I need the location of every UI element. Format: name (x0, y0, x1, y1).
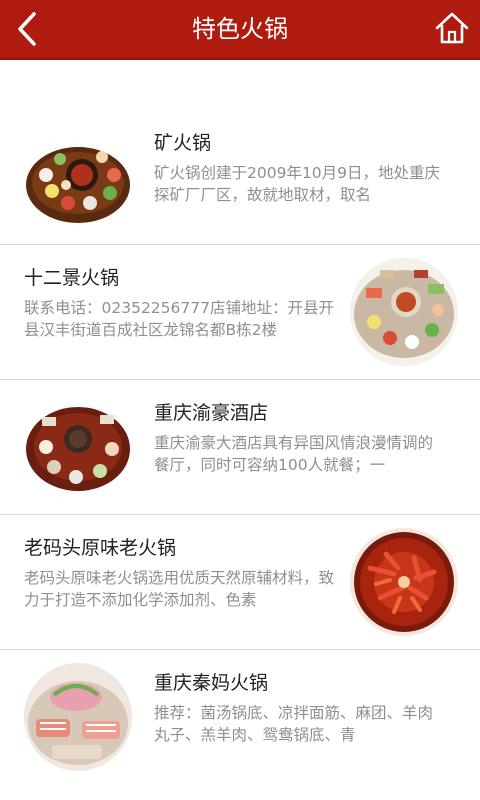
item-description: 联系电话：02352256777店铺地址：开县开县汉丰街道百成社区龙锦名都B栋2… (24, 299, 334, 339)
restaurant-photo (24, 663, 132, 771)
item-description: 重庆渝豪大酒店具有异国风情浪漫情调的餐厅，同时可容纳100人就餐；一 (154, 434, 434, 474)
restaurant-photo (350, 528, 458, 636)
home-button[interactable] (434, 10, 470, 46)
restaurant-photo (350, 258, 458, 366)
list-item[interactable]: 老码头原味老火锅 老码头原味老火锅选用优质天然原辅材料，致力于打造不添加化学添加… (0, 515, 480, 650)
restaurant-photo (24, 123, 132, 231)
item-title: 十二景火锅 (24, 267, 120, 289)
home-icon (435, 12, 469, 44)
item-title: 老码头原味老火锅 (24, 537, 177, 559)
restaurant-photo (24, 393, 132, 501)
list-item[interactable]: 重庆秦妈火锅 推荐：菌汤锅底、凉拌面筋、麻团、羊肉丸子、羔羊肉、鸳鸯锅底、青 (0, 650, 480, 784)
item-description: 老码头原味老火锅选用优质天然原辅材料，致力于打造不添加化学添加剂、色素 (24, 569, 335, 609)
title-bar: 特色火锅 (0, 0, 480, 60)
item-title: 重庆渝豪酒店 (154, 402, 269, 424)
list-item[interactable]: 矿火锅 矿火锅创建于2009年10月9日，地处重庆探矿厂厂区，故就地取材，取名 (0, 110, 480, 245)
item-title: 重庆秦妈火锅 (154, 672, 269, 694)
page-title: 特色火锅 (192, 15, 288, 43)
item-description: 矿火锅创建于2009年10月9日，地处重庆探矿厂厂区，故就地取材，取名 (154, 164, 441, 204)
hotpot-list: 矿火锅 矿火锅创建于2009年10月9日，地处重庆探矿厂厂区，故就地取材，取名 … (0, 110, 480, 784)
item-title: 矿火锅 (154, 132, 212, 154)
list-item[interactable]: 重庆渝豪酒店 重庆渝豪大酒店具有异国风情浪漫情调的餐厅，同时可容纳100人就餐；… (0, 380, 480, 515)
list-item[interactable]: 十二景火锅 联系电话：02352256777店铺地址：开县开县汉丰街道百成社区龙… (0, 245, 480, 380)
item-description: 推荐：菌汤锅底、凉拌面筋、麻团、羊肉丸子、羔羊肉、鸳鸯锅底、青 (154, 704, 434, 744)
